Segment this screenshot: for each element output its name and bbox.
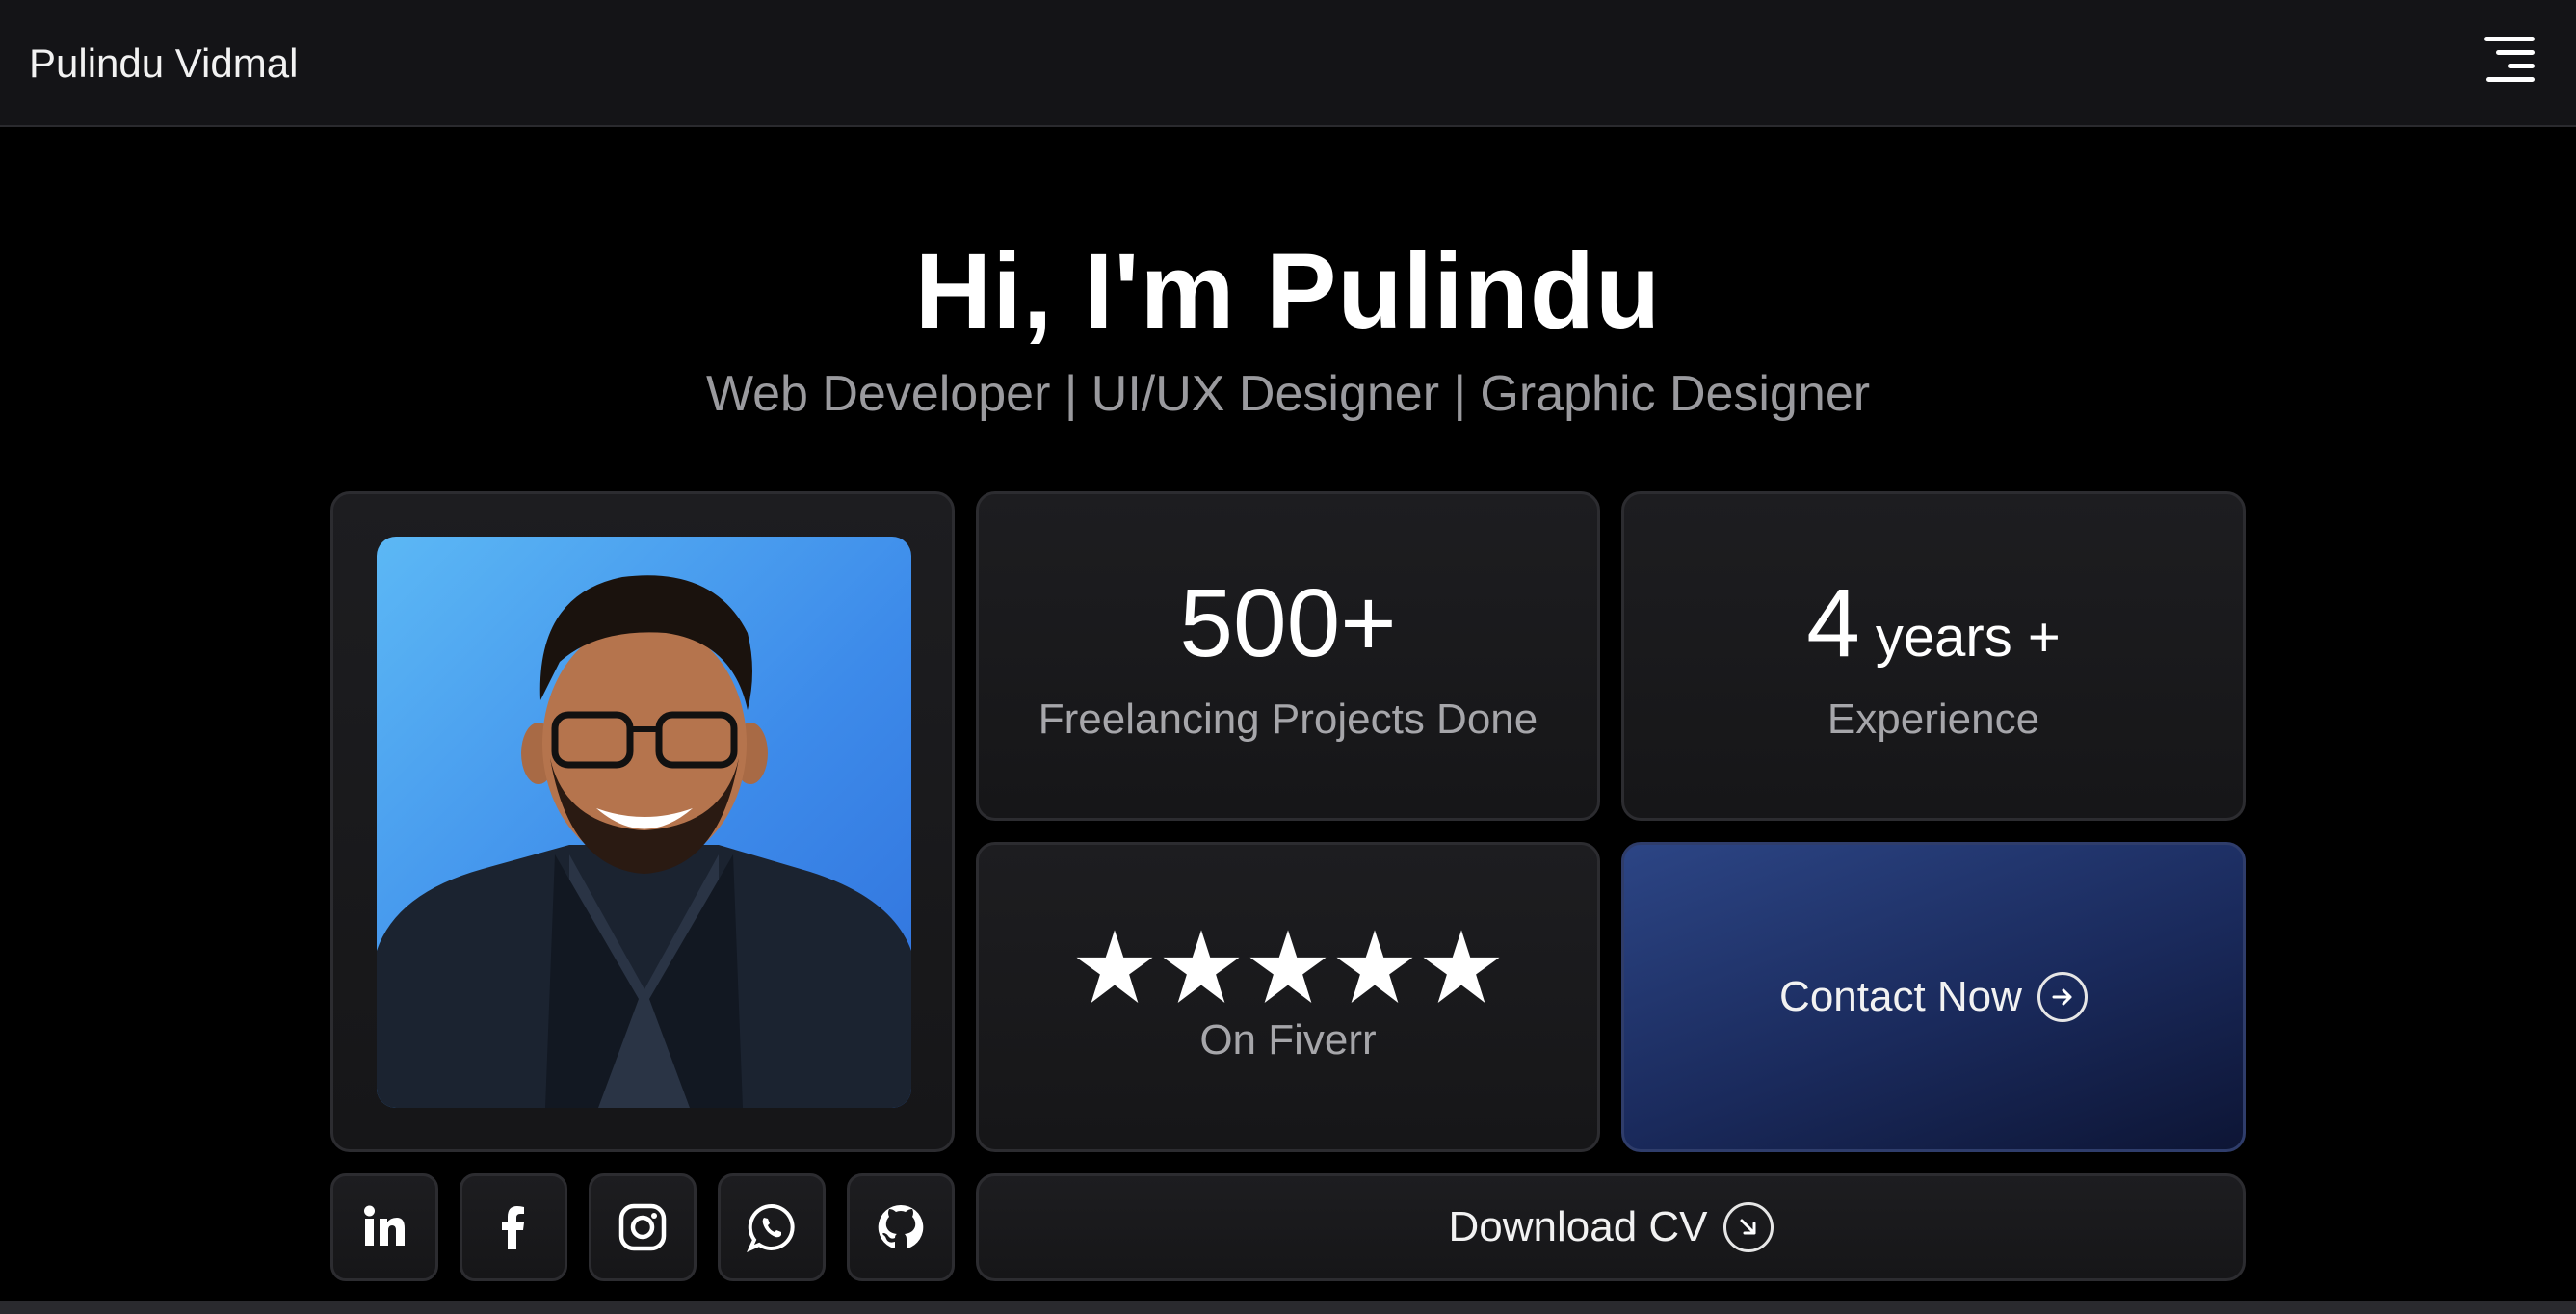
contact-now-button[interactable]: Contact Now — [1621, 842, 2246, 1152]
projects-count: 500+ — [1179, 569, 1397, 677]
facebook-icon — [502, 1206, 524, 1249]
star-icon — [1423, 930, 1500, 1003]
github-icon — [878, 1204, 924, 1248]
window-bottom-edge — [0, 1301, 2576, 1314]
rating-card: On Fiverr — [976, 842, 1600, 1152]
contact-now-label: Contact Now — [1779, 973, 2022, 1020]
linkedin-icon — [364, 1205, 405, 1246]
projects-card: 500+ Freelancing Projects Done — [976, 491, 1600, 821]
star-icon — [1249, 930, 1327, 1003]
star-icon — [1336, 930, 1413, 1003]
linkedin-button[interactable] — [330, 1173, 438, 1281]
download-cv-button[interactable]: Download CV — [976, 1173, 2246, 1281]
facebook-button[interactable] — [460, 1173, 567, 1281]
menu-icon[interactable] — [2481, 37, 2538, 87]
rating-label: On Fiverr — [1199, 1016, 1377, 1064]
profile-photo-card — [330, 491, 955, 1152]
experience-label: Experience — [1827, 696, 2040, 743]
github-button[interactable] — [847, 1173, 955, 1281]
whatsapp-button[interactable] — [718, 1173, 826, 1281]
experience-card: 4 years + Experience — [1621, 491, 2246, 821]
hero-title: Hi, I'm Pulindu — [914, 232, 1662, 351]
star-icon — [1076, 930, 1153, 1003]
arrow-down-right-circle-icon — [1722, 1202, 1774, 1252]
projects-label: Freelancing Projects Done — [1038, 696, 1538, 743]
download-cv-label: Download CV — [1448, 1203, 1708, 1250]
instagram-icon — [618, 1203, 667, 1251]
star-rating — [1074, 927, 1502, 1008]
arrow-right-circle-icon — [2037, 972, 2088, 1022]
star-icon — [1163, 930, 1240, 1003]
person-illustration — [377, 575, 911, 1108]
profile-photo — [377, 537, 911, 1108]
experience-years: 4 — [1806, 569, 1860, 677]
navbar: Pulindu Vidmal — [0, 0, 2576, 127]
brand-name[interactable]: Pulindu Vidmal — [29, 35, 298, 92]
hero-subtitle: Web Developer | UI/UX Designer | Graphic… — [705, 366, 1871, 422]
experience-unit: years + — [1875, 606, 2061, 669]
instagram-button[interactable] — [589, 1173, 697, 1281]
whatsapp-icon — [747, 1203, 795, 1252]
